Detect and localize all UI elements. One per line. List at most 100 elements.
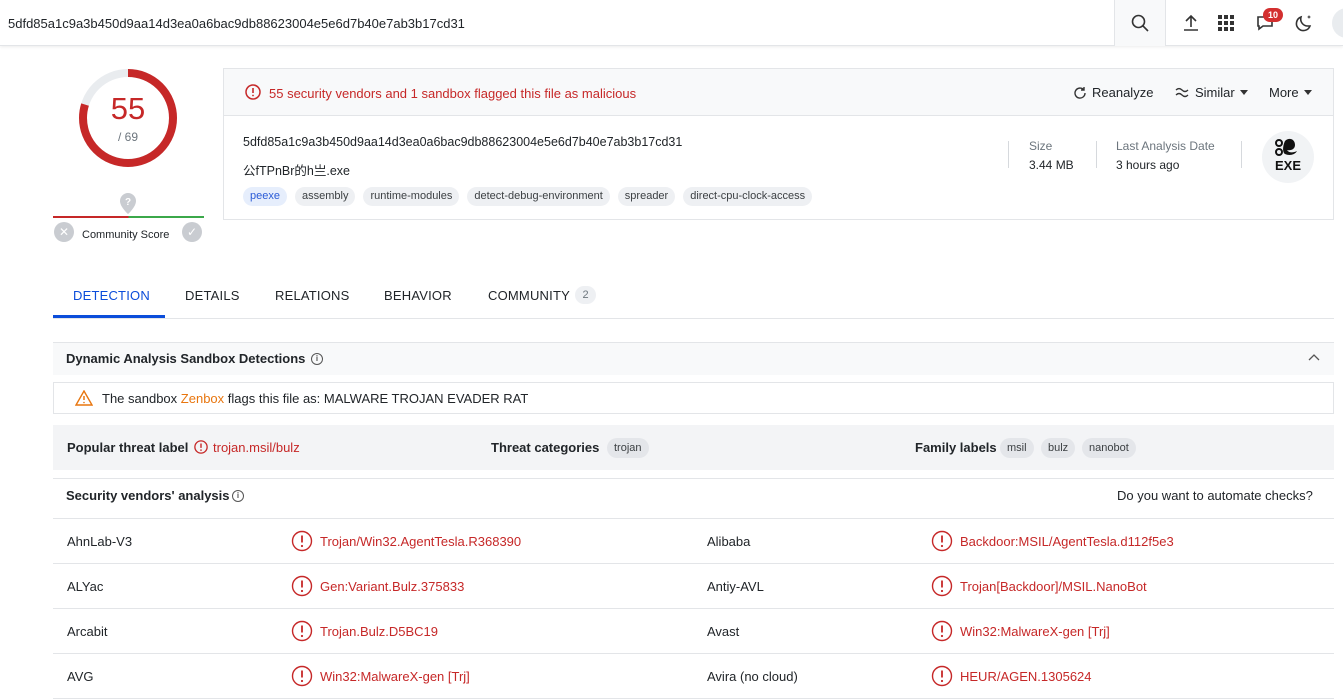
vendor-name: AhnLab-V3 (67, 534, 133, 549)
caret-down-icon (1303, 90, 1312, 95)
file-type-icon (1275, 138, 1297, 156)
vote-malicious-button[interactable]: ✕ (54, 222, 74, 242)
tag[interactable]: peexe (243, 187, 287, 206)
vendor-name: Arcabit (67, 624, 108, 639)
reanalyze-button[interactable]: Reanalyze (1073, 85, 1153, 100)
malicious-alert-text: 55 security vendors and 1 sandbox flagge… (269, 86, 637, 101)
info-icon[interactable]: i (311, 353, 323, 365)
vendor-name: Avast (707, 624, 740, 639)
file-name: 公fTPnBr的h亗.exe (243, 164, 350, 178)
vendor-name: Alibaba (707, 534, 751, 549)
malicious-icon (931, 620, 953, 642)
tabs-divider (53, 318, 1334, 319)
sandbox-verdict: The sandbox Zenbox flags this file as: M… (102, 391, 528, 406)
tag[interactable]: detect-debug-environment (467, 187, 610, 206)
vendor-name: AVG (67, 669, 94, 684)
file-type-badge (1262, 131, 1314, 183)
table-row: AhnLab-V3 Trojan/Win32.AgentTesla.R36839… (53, 519, 1334, 564)
vendor-result: Trojan/Win32.AgentTesla.R368390 (320, 534, 522, 549)
vendor-result: Win32:MalwareX-gen [Trj] (960, 624, 1110, 639)
threat-category-pill[interactable]: trojan (607, 438, 649, 458)
search-input[interactable] (0, 0, 1114, 46)
sandbox-vendor-link[interactable]: Zenbox (181, 391, 224, 406)
vendors-table: AhnLab-V3 Trojan/Win32.AgentTesla.R36839… (53, 518, 1334, 699)
malicious-icon (291, 575, 313, 597)
table-row: ALYac Gen:Variant.Bulz.375833 Antiy-AVL … (53, 564, 1334, 609)
notification-badge: 10 (1263, 8, 1283, 22)
info-icon[interactable]: i (232, 490, 244, 502)
malicious-icon (291, 620, 313, 642)
apps-grid-button[interactable] (1214, 11, 1238, 35)
theme-toggle-button[interactable] (1292, 11, 1316, 35)
size-label: Size (1029, 139, 1053, 153)
last-analysis-value: 3 hours ago (1116, 158, 1180, 172)
active-tab-indicator (53, 315, 165, 318)
table-row: AVG Win32:MalwareX-gen [Trj] Avira (no c… (53, 654, 1334, 699)
search-icon (1131, 14, 1149, 32)
divider (1241, 141, 1242, 168)
file-type-label: EXE (1274, 158, 1301, 173)
malicious-icon (291, 530, 313, 552)
vendor-result: Trojan[Backdoor]/MSIL.NanoBot (960, 579, 1147, 594)
upload-button[interactable] (1179, 11, 1203, 35)
malicious-icon (931, 530, 953, 552)
tag[interactable]: runtime-modules (363, 187, 460, 206)
vendor-name: Antiy-AVL (707, 579, 764, 594)
alert-icon (245, 84, 261, 100)
grid-icon (1218, 15, 1234, 31)
search-button[interactable] (1114, 0, 1166, 46)
chevron-up-icon[interactable] (1308, 352, 1320, 362)
tab-community[interactable]: COMMUNITY (488, 288, 570, 303)
warning-icon (75, 390, 93, 406)
threat-categories-label: Threat categories (491, 440, 600, 455)
community-score-pin-icon: ? (120, 193, 136, 214)
similar-label: Similar (1195, 85, 1235, 100)
tag[interactable]: assembly (294, 187, 356, 206)
tag[interactable]: direct-cpu-clock-access (683, 187, 813, 206)
vendor-result: HEUR/AGEN.1305624 (960, 669, 1092, 684)
size-value: 3.44 MB (1029, 158, 1074, 172)
detection-total: / 69 (117, 130, 138, 144)
automate-checks-link[interactable]: Do you want to automate checks? (1117, 488, 1313, 503)
malicious-icon (291, 665, 313, 687)
vendor-result: Win32:MalwareX-gen [Trj] (320, 669, 470, 684)
caret-down-icon (1239, 90, 1248, 95)
vendor-result: Backdoor:MSIL/AgentTesla.d112f5e3 (960, 534, 1174, 549)
vote-harmless-button[interactable]: ✓ (182, 222, 202, 242)
tab-relations[interactable]: RELATIONS (275, 288, 350, 303)
sandbox-suffix: flags this file as: MALWARE TROJAN EVADE… (227, 391, 529, 406)
more-label: More (1269, 85, 1299, 100)
sandbox-section-title: Dynamic Analysis Sandbox Detections (66, 351, 306, 366)
vendor-name: ALYac (67, 579, 104, 594)
vendor-name: Avira (no cloud) (707, 669, 798, 684)
tab-detection[interactable]: DETECTION (73, 288, 150, 303)
moon-icon (1295, 15, 1312, 32)
popular-threat-value[interactable]: trojan.msil/bulz (213, 440, 300, 455)
upload-icon (1184, 14, 1198, 31)
alert-icon (194, 440, 208, 454)
similar-icon (1175, 87, 1189, 97)
family-label-pill[interactable]: msil (1000, 438, 1034, 458)
community-score-bar (53, 216, 204, 218)
sandbox-prefix: The sandbox (102, 391, 178, 406)
reanalyze-label: Reanalyze (1092, 85, 1154, 100)
file-hash[interactable]: 5dfd85a1c9a3b450d9aa14d3ea0a6bac9db88623… (243, 135, 682, 149)
community-score-label: Community Score (82, 229, 170, 241)
divider (1096, 141, 1097, 168)
last-analysis-label: Last Analysis Date (1116, 139, 1215, 153)
popular-threat-label: Popular threat label (67, 440, 189, 455)
vendor-result: Trojan.Bulz.D5BC19 (320, 624, 439, 639)
similar-button[interactable]: Similar (1175, 85, 1248, 100)
family-label-pill[interactable]: bulz (1041, 438, 1076, 458)
tab-details[interactable]: DETAILS (185, 288, 240, 303)
community-score-question: ? (125, 197, 131, 208)
malicious-icon (931, 575, 953, 597)
family-label-pill[interactable]: nanobot (1082, 438, 1136, 458)
community-count-badge: 2 (575, 286, 596, 304)
malicious-icon (931, 665, 953, 687)
tab-behavior[interactable]: BEHAVIOR (384, 288, 452, 303)
tag[interactable]: spreader (617, 187, 676, 206)
vendor-result: Gen:Variant.Bulz.375833 (320, 579, 465, 594)
more-button[interactable]: More (1269, 85, 1312, 100)
divider (1008, 141, 1009, 168)
